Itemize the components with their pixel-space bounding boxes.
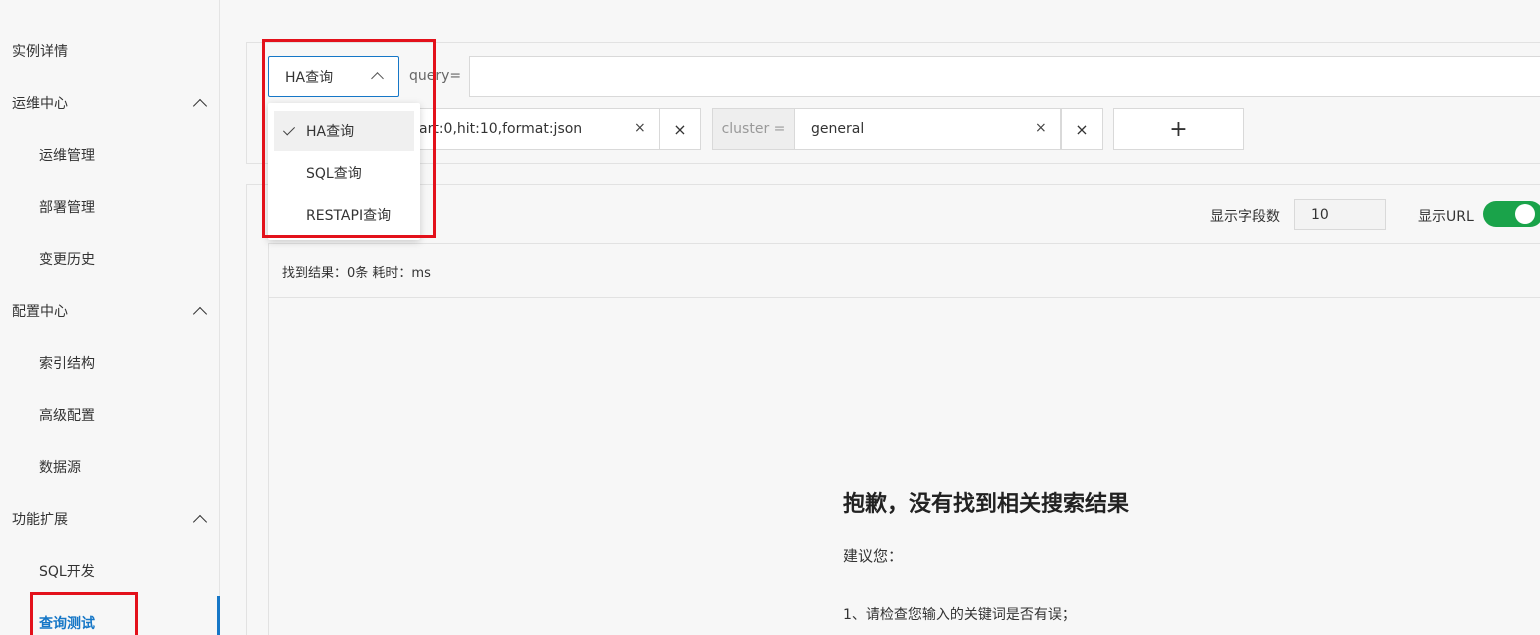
show-url-label: 显示URL bbox=[1418, 209, 1474, 225]
remove-param-button[interactable]: × bbox=[659, 108, 701, 150]
chevron-up-icon bbox=[371, 72, 384, 85]
sidebar-item-datasource[interactable]: 数据源 bbox=[0, 441, 219, 493]
sidebar-item-deploy-management[interactable]: 部署管理 bbox=[0, 181, 219, 233]
sidebar-item-label: 变更历史 bbox=[39, 252, 95, 268]
empty-tip: 1、请检查您输入的关键词是否有误； bbox=[843, 607, 1076, 623]
query-input[interactable] bbox=[469, 56, 1540, 97]
clear-icon[interactable]: × bbox=[634, 120, 646, 136]
cluster-input[interactable]: general bbox=[794, 108, 1061, 150]
sidebar-item-label: 高级配置 bbox=[39, 408, 95, 424]
check-icon bbox=[282, 123, 296, 136]
sidebar-item-label: 索引结构 bbox=[39, 356, 95, 372]
sidebar-item-label: 部署管理 bbox=[39, 200, 95, 216]
query-type-value: HA查询 bbox=[285, 69, 334, 86]
field-count-input[interactable]: 10 bbox=[1294, 199, 1386, 230]
dropdown-option-sql[interactable]: SQL查询 bbox=[274, 153, 414, 193]
active-indicator bbox=[217, 596, 220, 635]
empty-suggest: 建议您： bbox=[843, 547, 904, 565]
remove-cluster-button[interactable]: × bbox=[1061, 108, 1103, 150]
field-count-label: 显示字段数 bbox=[1210, 209, 1280, 225]
field-count-value: 10 bbox=[1311, 206, 1329, 223]
sidebar-group-config-center[interactable]: 配置中心 bbox=[0, 285, 219, 337]
add-param-button[interactable]: + bbox=[1113, 108, 1244, 150]
query-label: query= bbox=[409, 68, 462, 84]
sidebar-item-sql-dev[interactable]: SQL开发 bbox=[0, 545, 219, 597]
param-value: art:0,hit:10,format:json bbox=[419, 121, 583, 137]
sidebar-item-label: 功能扩展 bbox=[12, 512, 68, 528]
sidebar-item-label: 配置中心 bbox=[12, 304, 68, 320]
option-label: SQL查询 bbox=[306, 166, 362, 182]
chevron-up-icon bbox=[192, 98, 208, 114]
chevron-up-icon bbox=[192, 306, 208, 322]
sidebar-item-ops-management[interactable]: 运维管理 bbox=[0, 129, 219, 181]
sidebar-group-ops-center[interactable]: 运维中心 bbox=[0, 77, 219, 129]
empty-title: 抱歉，没有找到相关搜索结果 bbox=[843, 492, 1130, 517]
cluster-value: general bbox=[811, 121, 865, 137]
result-stats: 找到结果：0条 耗时：ms bbox=[282, 266, 431, 281]
cluster-label: cluster = bbox=[712, 108, 795, 150]
query-type-select[interactable]: HA查询 bbox=[268, 56, 399, 97]
sidebar-item-label: 数据源 bbox=[39, 460, 81, 476]
show-url-toggle[interactable] bbox=[1483, 201, 1540, 227]
sidebar-item-index-structure[interactable]: 索引结构 bbox=[0, 337, 219, 389]
clear-icon[interactable]: × bbox=[1035, 120, 1047, 136]
sidebar-item-advanced-config[interactable]: 高级配置 bbox=[0, 389, 219, 441]
sidebar-item-instance-detail[interactable]: 实例详情 bbox=[0, 25, 219, 77]
chevron-up-icon bbox=[192, 514, 208, 530]
sidebar-item-label: SQL开发 bbox=[39, 564, 95, 580]
sidebar-item-change-history[interactable]: 变更历史 bbox=[0, 233, 219, 285]
option-label: RESTAPI查询 bbox=[306, 208, 392, 224]
sidebar-item-label: 运维管理 bbox=[39, 148, 95, 164]
highlight-box-nav bbox=[30, 592, 138, 635]
param-input[interactable]: art:0,hit:10,format:json bbox=[410, 108, 660, 150]
result-header bbox=[268, 244, 1540, 298]
dropdown-option-restapi[interactable]: RESTAPI查询 bbox=[274, 195, 414, 235]
option-label: HA查询 bbox=[306, 124, 355, 140]
query-type-dropdown: HA查询 SQL查询 RESTAPI查询 bbox=[268, 103, 420, 240]
sidebar: 实例详情 运维中心 运维管理 部署管理 变更历史 配置中心 索引结构 高级配置 … bbox=[0, 0, 220, 635]
sidebar-item-label: 实例详情 bbox=[12, 44, 68, 60]
result-list bbox=[268, 243, 1540, 635]
sidebar-group-extensions[interactable]: 功能扩展 bbox=[0, 493, 219, 545]
dropdown-option-ha[interactable]: HA查询 bbox=[274, 111, 414, 151]
toggle-knob bbox=[1515, 204, 1535, 224]
sidebar-item-label: 运维中心 bbox=[12, 96, 68, 112]
